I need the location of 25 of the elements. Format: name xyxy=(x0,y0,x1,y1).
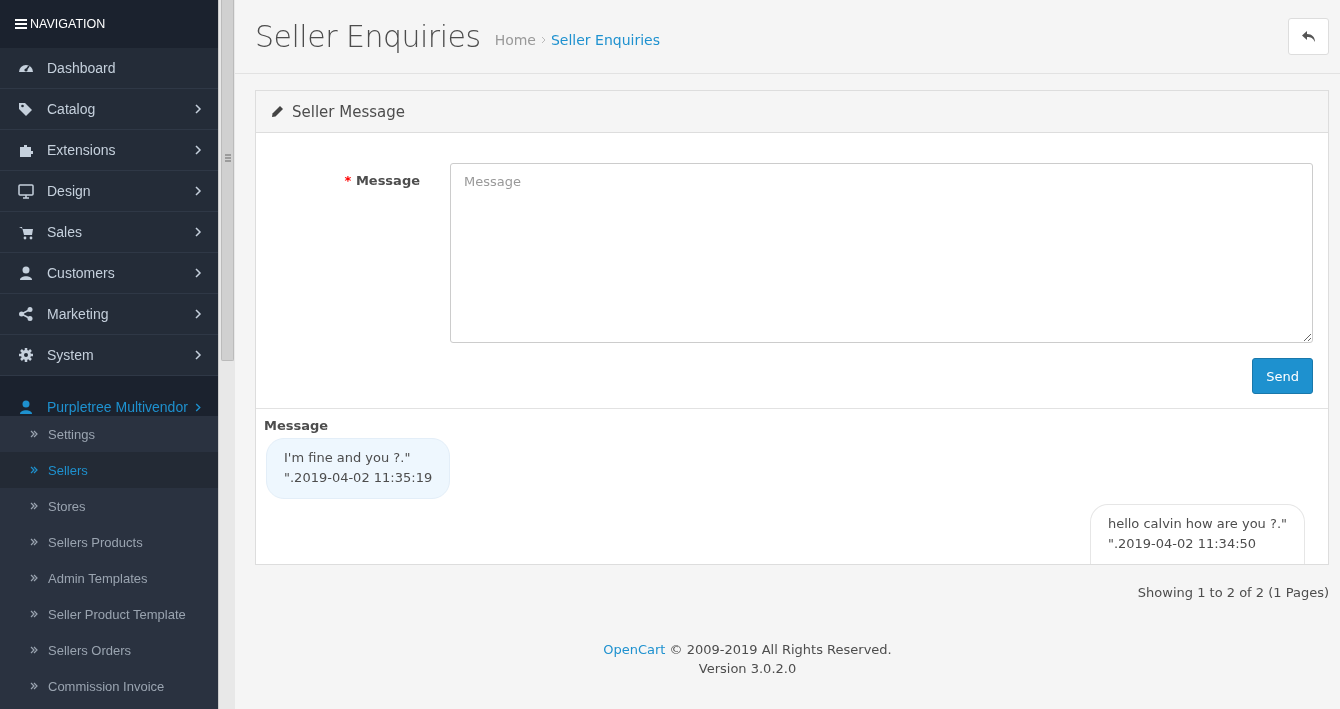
nav-item[interactable]: Design xyxy=(0,171,218,212)
nav-item[interactable]: Extensions xyxy=(0,130,218,171)
breadcrumb-link[interactable]: Seller Enquiries xyxy=(550,31,660,48)
opencart-link[interactable]: OpenCart xyxy=(603,642,666,657)
panel-title: Seller Message xyxy=(292,102,405,121)
nav-item[interactable]: System xyxy=(0,335,218,376)
message-bubble: I'm fine and you ?." ".2019-04-02 11:35:19 xyxy=(266,438,451,499)
nav-item[interactable]: Catalog xyxy=(0,89,218,130)
nav-item[interactable]: Sales xyxy=(0,212,218,253)
field-label: * Message xyxy=(343,172,420,190)
nav-item[interactable]: Purpletree Multivendor xyxy=(0,376,218,416)
send-button[interactable]: Send xyxy=(1252,358,1313,394)
copyright-text: OpenCart © 2009-2019 All Rights Reserved. xyxy=(602,641,893,659)
breadcrumb-link[interactable]: Home xyxy=(494,31,536,48)
nav-item[interactable]: Marketing xyxy=(0,294,218,335)
messages-heading: Message xyxy=(264,418,330,433)
message-field[interactable]: Message xyxy=(450,163,1313,343)
nav-item[interactable]: Dashboard xyxy=(0,48,218,89)
page-title: Seller Enquiries xyxy=(255,19,481,54)
pagination-text: Showing 1 to 2 of 2 (1 Pages) xyxy=(1136,584,1330,600)
message-bubble: hello calvin how are you ?." ".2019-04-02 11:34:50 xyxy=(1089,504,1305,564)
navigation-title: NAVIGATION xyxy=(30,17,106,31)
version-text: Version 3.0.2.0 xyxy=(697,660,798,678)
nav-subitem[interactable]: Sellers xyxy=(0,452,218,488)
nav-item[interactable]: Customers xyxy=(0,253,218,294)
